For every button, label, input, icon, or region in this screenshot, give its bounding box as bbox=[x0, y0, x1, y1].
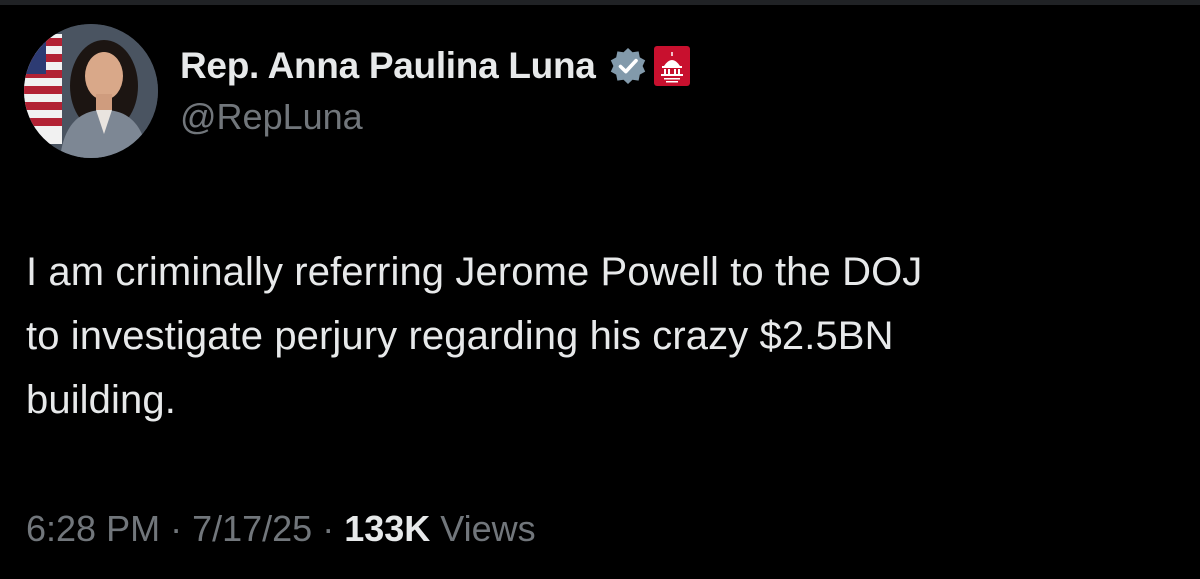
tweet-text: I am criminally referring Jerome Powell … bbox=[26, 250, 923, 422]
meta-separator: · bbox=[322, 508, 335, 549]
verified-badge-icon[interactable] bbox=[608, 46, 648, 86]
author-display-name[interactable]: Rep. Anna Paulina Luna bbox=[180, 45, 596, 87]
views-label[interactable]: Views bbox=[440, 508, 535, 550]
author-avatar[interactable] bbox=[24, 24, 158, 158]
author-handle[interactable]: @RepLuna bbox=[180, 96, 363, 138]
views-count[interactable]: 133K bbox=[344, 508, 430, 550]
tweet-date[interactable]: 7/17/25 bbox=[192, 508, 312, 550]
tweet-time[interactable]: 6:28 PM bbox=[26, 508, 160, 550]
tweet-card: Rep. Anna Paulina Luna @RepLuna I am cri… bbox=[0, 0, 1200, 579]
house-gop-capitol-icon[interactable] bbox=[653, 46, 690, 86]
avatar-photo-icon bbox=[24, 24, 158, 158]
tweet-meta: 6:28 PM · 7/17/25 · 133K Views bbox=[26, 508, 536, 550]
meta-separator: · bbox=[170, 508, 183, 549]
author-name-row: Rep. Anna Paulina Luna bbox=[180, 44, 690, 88]
